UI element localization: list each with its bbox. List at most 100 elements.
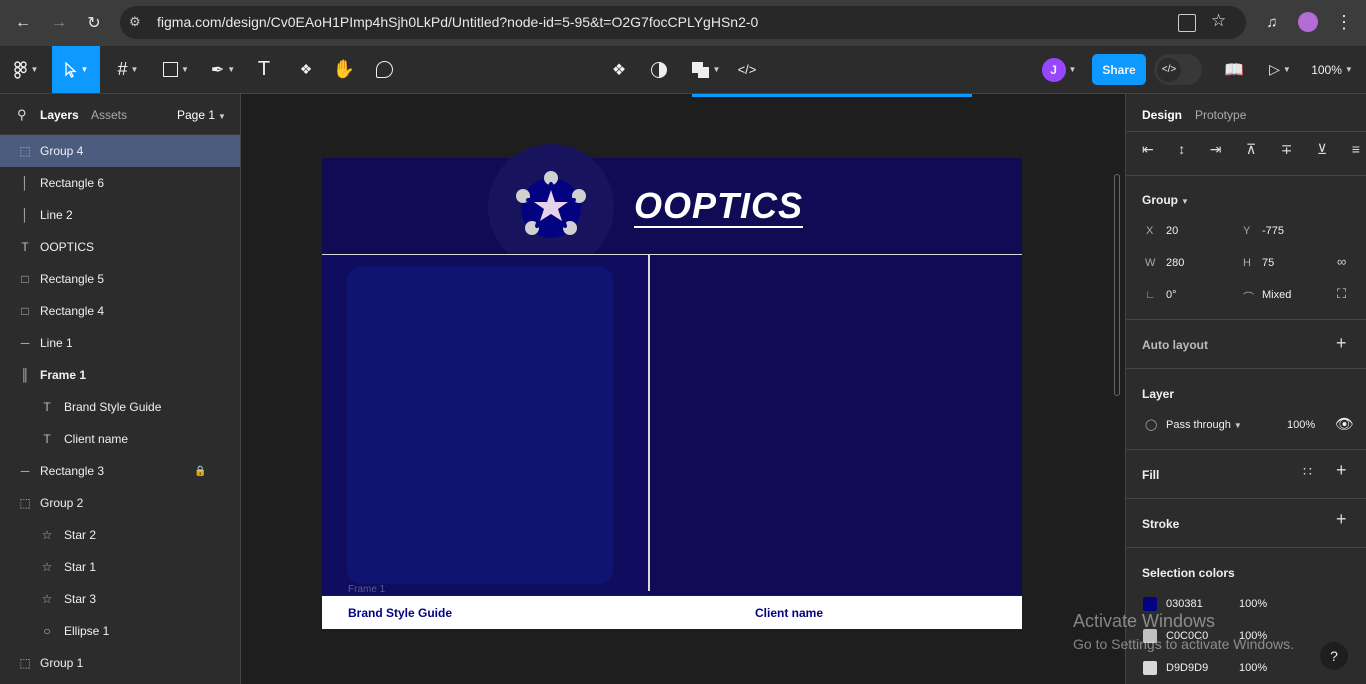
align-horizontal-center-icon[interactable]: ↕: [1178, 141, 1185, 159]
color-swatch[interactable]: [1143, 597, 1157, 611]
text-tool-icon[interactable]: T: [252, 46, 276, 93]
panel-divider: [1126, 319, 1366, 320]
constrain-proportions-icon[interactable]: ∞: [1337, 254, 1346, 269]
independent-corners-icon[interactable]: ⛶: [1337, 286, 1346, 302]
search-layers-icon[interactable]: ⚲: [17, 107, 27, 123]
color-hex-value[interactable]: 030381: [1166, 598, 1203, 610]
layer-row[interactable]: ⬚ Group 1: [0, 647, 240, 679]
rotation-input[interactable]: 0°: [1166, 289, 1177, 301]
site-settings-icon[interactable]: ⚙: [129, 14, 145, 30]
add-auto-layout-icon[interactable]: +: [1336, 333, 1347, 354]
shape-tool-button[interactable]: ▼: [158, 46, 194, 93]
resources-icon[interactable]: ❖: [294, 46, 318, 93]
layer-row[interactable]: T Client name: [0, 423, 240, 455]
layer-row[interactable]: ║ Frame 1: [0, 359, 240, 391]
design-panel: Design Prototype ⇤ ↕ ⇥ ⊼ ∓ ⊻ ≡ Group ▼ X …: [1125, 94, 1366, 684]
align-top-icon[interactable]: ⊼: [1246, 141, 1256, 159]
rectangle-tool-icon: [163, 62, 179, 77]
layer-row[interactable]: │ Rectangle 6: [0, 167, 240, 199]
width-input[interactable]: 280: [1166, 257, 1184, 269]
layer-opacity-input[interactable]: 100%: [1287, 419, 1315, 431]
tab-prototype[interactable]: Prototype: [1195, 108, 1246, 122]
frame-label[interactable]: Frame 1: [348, 584, 385, 595]
align-vertical-center-icon[interactable]: ∓: [1281, 141, 1293, 159]
tab-layers[interactable]: Layers: [40, 108, 79, 122]
bookmark-star-icon[interactable]: ☆: [1211, 11, 1226, 31]
y-input[interactable]: -775: [1262, 225, 1284, 237]
auto-layout-title: Auto layout: [1142, 338, 1208, 352]
media-control-icon[interactable]: ♫: [1260, 10, 1284, 34]
selection-colors-title: Selection colors: [1142, 566, 1235, 580]
install-app-icon[interactable]: [1178, 14, 1196, 32]
mask-icon[interactable]: [647, 46, 671, 93]
blend-mode-select[interactable]: Pass through ▼: [1166, 419, 1242, 431]
profile-avatar[interactable]: [1296, 10, 1320, 34]
layer-row[interactable]: │ Line 2: [0, 199, 240, 231]
color-swatch[interactable]: [1143, 661, 1157, 675]
layer-row[interactable]: ⬚ Group 4: [0, 135, 240, 167]
layer-row[interactable]: ☆ Star 3: [0, 583, 240, 615]
layer-label: Star 3: [64, 592, 97, 606]
height-input[interactable]: 75: [1262, 257, 1274, 269]
kebab-menu-icon[interactable]: ⋮: [1332, 10, 1356, 34]
zoom-menu[interactable]: 100% ▼: [1306, 46, 1358, 93]
address-bar[interactable]: ⚙ figma.com/design/Cv0EAoH1PImp4hSjh0LkP…: [120, 6, 1246, 39]
layer-row[interactable]: □ Rectangle 4: [0, 295, 240, 327]
layer-label: Rectangle 6: [40, 176, 105, 190]
page-selector[interactable]: Page 1 ▼: [177, 108, 226, 122]
help-button[interactable]: ?: [1320, 642, 1348, 670]
component-icon[interactable]: ❖: [607, 46, 631, 93]
layer-row[interactable]: ☆ Star 1: [0, 551, 240, 583]
color-opacity-value[interactable]: 100%: [1239, 598, 1267, 610]
line-vertical-icon: │: [21, 208, 29, 222]
add-fill-icon[interactable]: +: [1336, 460, 1347, 481]
add-stroke-icon[interactable]: +: [1336, 509, 1347, 530]
frame-tool-button[interactable]: # ▼: [110, 46, 146, 93]
corner-radius-input[interactable]: Mixed: [1262, 289, 1291, 301]
main-menu-button[interactable]: ▼: [8, 46, 44, 93]
layer-row[interactable]: ☆ Star 2: [0, 519, 240, 551]
frame-artwork[interactable]: OOPTICS Frame 1 Brand Style Guide Client…: [322, 144, 1022, 629]
tab-assets[interactable]: Assets: [91, 108, 127, 122]
activate-windows-subtitle: Go to Settings to activate Windows.: [1073, 636, 1294, 652]
align-bottom-icon[interactable]: ⊻: [1317, 141, 1327, 159]
lock-icon[interactable]: 🔒: [194, 466, 206, 477]
corner-radius-icon: ⌒: [1243, 292, 1254, 304]
layer-row[interactable]: T OOPTICS: [0, 231, 240, 263]
align-right-icon[interactable]: ⇥: [1210, 141, 1222, 159]
alignment-toolbar: ⇤ ↕ ⇥ ⊼ ∓ ⊻ ≡: [1142, 141, 1360, 159]
styles-grid-icon[interactable]: ∷: [1303, 463, 1312, 480]
layer-row[interactable]: ○ Ellipse 1: [0, 615, 240, 647]
tab-design[interactable]: Design: [1142, 108, 1182, 122]
eye-icon[interactable]: 👁: [1335, 415, 1354, 433]
layer-row[interactable]: □ Rectangle 5: [0, 263, 240, 295]
boolean-ops-button[interactable]: ▼: [688, 46, 724, 93]
pen-tool-button[interactable]: ✒ ▼: [205, 46, 241, 93]
present-button[interactable]: ▷ ▼: [1262, 46, 1298, 93]
layer-row[interactable]: ─ Line 1: [0, 327, 240, 359]
share-button[interactable]: Share: [1092, 54, 1146, 85]
dev-mode-toggle[interactable]: </>: [1154, 54, 1202, 85]
move-tool-button[interactable]: ▼: [52, 46, 100, 93]
reload-icon[interactable]: ↻: [81, 10, 107, 36]
design-canvas[interactable]: OOPTICS Frame 1 Brand Style Guide Client…: [241, 94, 1125, 684]
back-arrow-icon[interactable]: ←: [10, 10, 36, 36]
comment-tool-icon[interactable]: [372, 46, 396, 93]
user-avatar: J: [1041, 57, 1066, 82]
layer-row[interactable]: ─ Rectangle 3 🔒: [0, 455, 240, 487]
group-type-menu[interactable]: Group ▼: [1142, 193, 1189, 207]
color-hex-value[interactable]: D9D9D9: [1166, 662, 1208, 674]
distribute-icon[interactable]: ≡: [1352, 141, 1360, 159]
x-input[interactable]: 20: [1166, 225, 1178, 237]
canvas-scrollbar[interactable]: [1114, 174, 1120, 396]
align-left-icon[interactable]: ⇤: [1142, 141, 1154, 159]
hand-tool-icon[interactable]: ✋: [332, 46, 356, 93]
library-book-icon[interactable]: 📖: [1222, 46, 1246, 93]
layer-row[interactable]: ⬚ Group 2: [0, 487, 240, 519]
dev-code-icon[interactable]: </>: [735, 46, 759, 93]
color-opacity-value[interactable]: 100%: [1239, 662, 1267, 674]
collaborator-menu[interactable]: J ▼: [1034, 46, 1084, 93]
forward-arrow-icon[interactable]: →: [46, 10, 72, 36]
layer-row[interactable]: T Brand Style Guide: [0, 391, 240, 423]
layer-label: Rectangle 3: [40, 464, 105, 478]
